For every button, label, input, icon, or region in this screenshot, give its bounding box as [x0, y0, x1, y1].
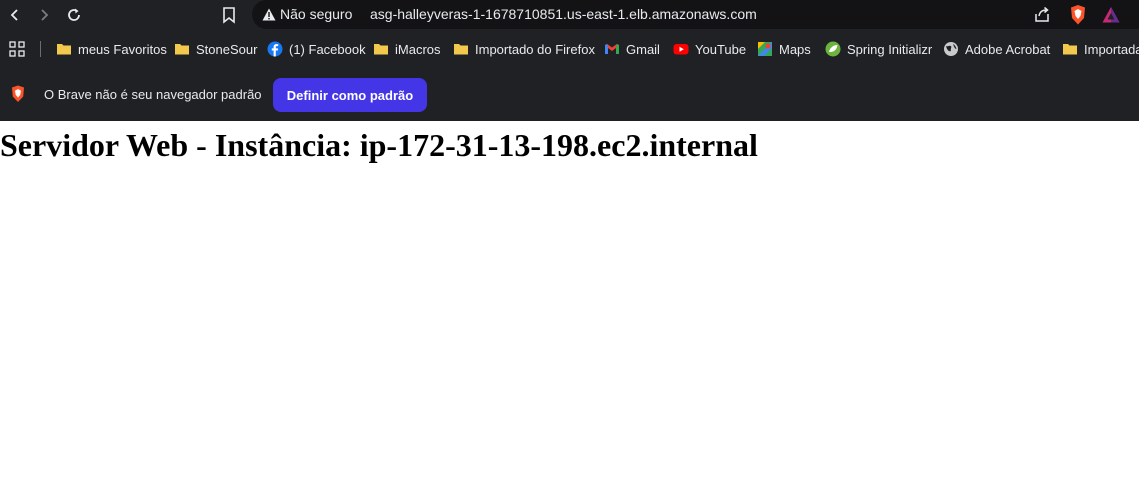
bookmark-label: (1) Facebook: [289, 41, 366, 57]
set-default-button[interactable]: Definir como padrão: [273, 78, 427, 112]
share-icon[interactable]: [1032, 5, 1052, 25]
bookmarks-bar: meus Favoritos StoneSour (1) Facebook iM…: [0, 34, 1139, 64]
bookmarks-separator: [40, 41, 41, 57]
bookmark-facebook[interactable]: (1) Facebook: [267, 39, 366, 59]
address-bar[interactable]: Não seguro asg-halleyveras-1-1678710851.…: [252, 0, 1139, 29]
warning-icon[interactable]: [262, 8, 276, 21]
spring-icon: [825, 41, 841, 57]
gmail-icon: [605, 44, 619, 54]
facebook-icon: [267, 41, 283, 57]
infobar-message: O Brave não é seu navegador padrão: [44, 87, 262, 102]
bookmark-label: Adobe Acrobat: [965, 41, 1051, 57]
bookmark-adobe-acrobat[interactable]: Adobe Acrobat: [943, 39, 1050, 59]
bookmark-label: StoneSour: [196, 41, 258, 57]
browser-toolbar: Não seguro asg-halleyveras-1-1678710851.…: [0, 0, 1139, 30]
bookmark-meus-favoritos[interactable]: meus Favoritos: [56, 39, 167, 59]
url-text[interactable]: asg-halleyveras-1-1678710851.us-east-1.e…: [370, 6, 757, 22]
bookmark-label: Importada: [1084, 41, 1139, 57]
reload-icon: [68, 8, 80, 21]
bookmark-label: Spring Initializr: [847, 41, 933, 57]
bookmark-gmail[interactable]: Gmail: [604, 39, 660, 59]
folder-icon: [374, 44, 388, 55]
bookmark-imacros[interactable]: iMacros: [373, 39, 441, 59]
bookmark-maps[interactable]: Maps: [757, 39, 811, 59]
security-status[interactable]: Não seguro: [280, 6, 352, 22]
bookmark-label: Gmail: [626, 41, 660, 57]
folder-icon: [1063, 44, 1077, 55]
bookmark-label: meus Favoritos: [78, 41, 167, 57]
bookmark-label: YouTube: [695, 41, 747, 57]
bookmark-label: iMacros: [395, 41, 441, 57]
brave-rewards-icon[interactable]: [1101, 5, 1121, 25]
page-title: Servidor Web - Instância: ip-172-31-13-1…: [0, 127, 758, 163]
bookmark-spring-initializr[interactable]: Spring Initializr: [825, 39, 932, 59]
bookmark-importada[interactable]: Importada: [1062, 39, 1139, 59]
chevron-left-icon: [10, 9, 18, 21]
brave-logo-icon: [12, 85, 24, 102]
bookmark-stonesour[interactable]: StoneSour: [174, 39, 257, 59]
folder-icon: [57, 44, 71, 55]
bookmark-label: Importado do Firefox: [475, 41, 595, 57]
maps-icon: [758, 42, 772, 56]
default-browser-infobar: O Brave não é seu navegador padrão Defin…: [0, 70, 1139, 120]
bookmark-icon[interactable]: [220, 5, 238, 25]
back-button[interactable]: [3, 3, 27, 27]
bookmark-importado-do-firefox[interactable]: Importado do Firefox: [453, 39, 595, 59]
chevron-right-icon: [41, 9, 49, 21]
bookmark-youtube[interactable]: YouTube: [673, 39, 746, 59]
reload-button[interactable]: [62, 3, 86, 27]
youtube-icon: [673, 44, 689, 55]
folder-icon: [454, 44, 468, 55]
browser-chrome: Não seguro asg-halleyveras-1-1678710851.…: [0, 0, 1139, 121]
folder-icon: [175, 44, 189, 55]
globe-icon: [944, 42, 958, 56]
forward-button[interactable]: [32, 3, 56, 27]
apps-grid-icon[interactable]: [9, 41, 25, 57]
bookmark-label: Maps: [779, 41, 811, 57]
brave-shields-icon[interactable]: [1068, 4, 1088, 26]
